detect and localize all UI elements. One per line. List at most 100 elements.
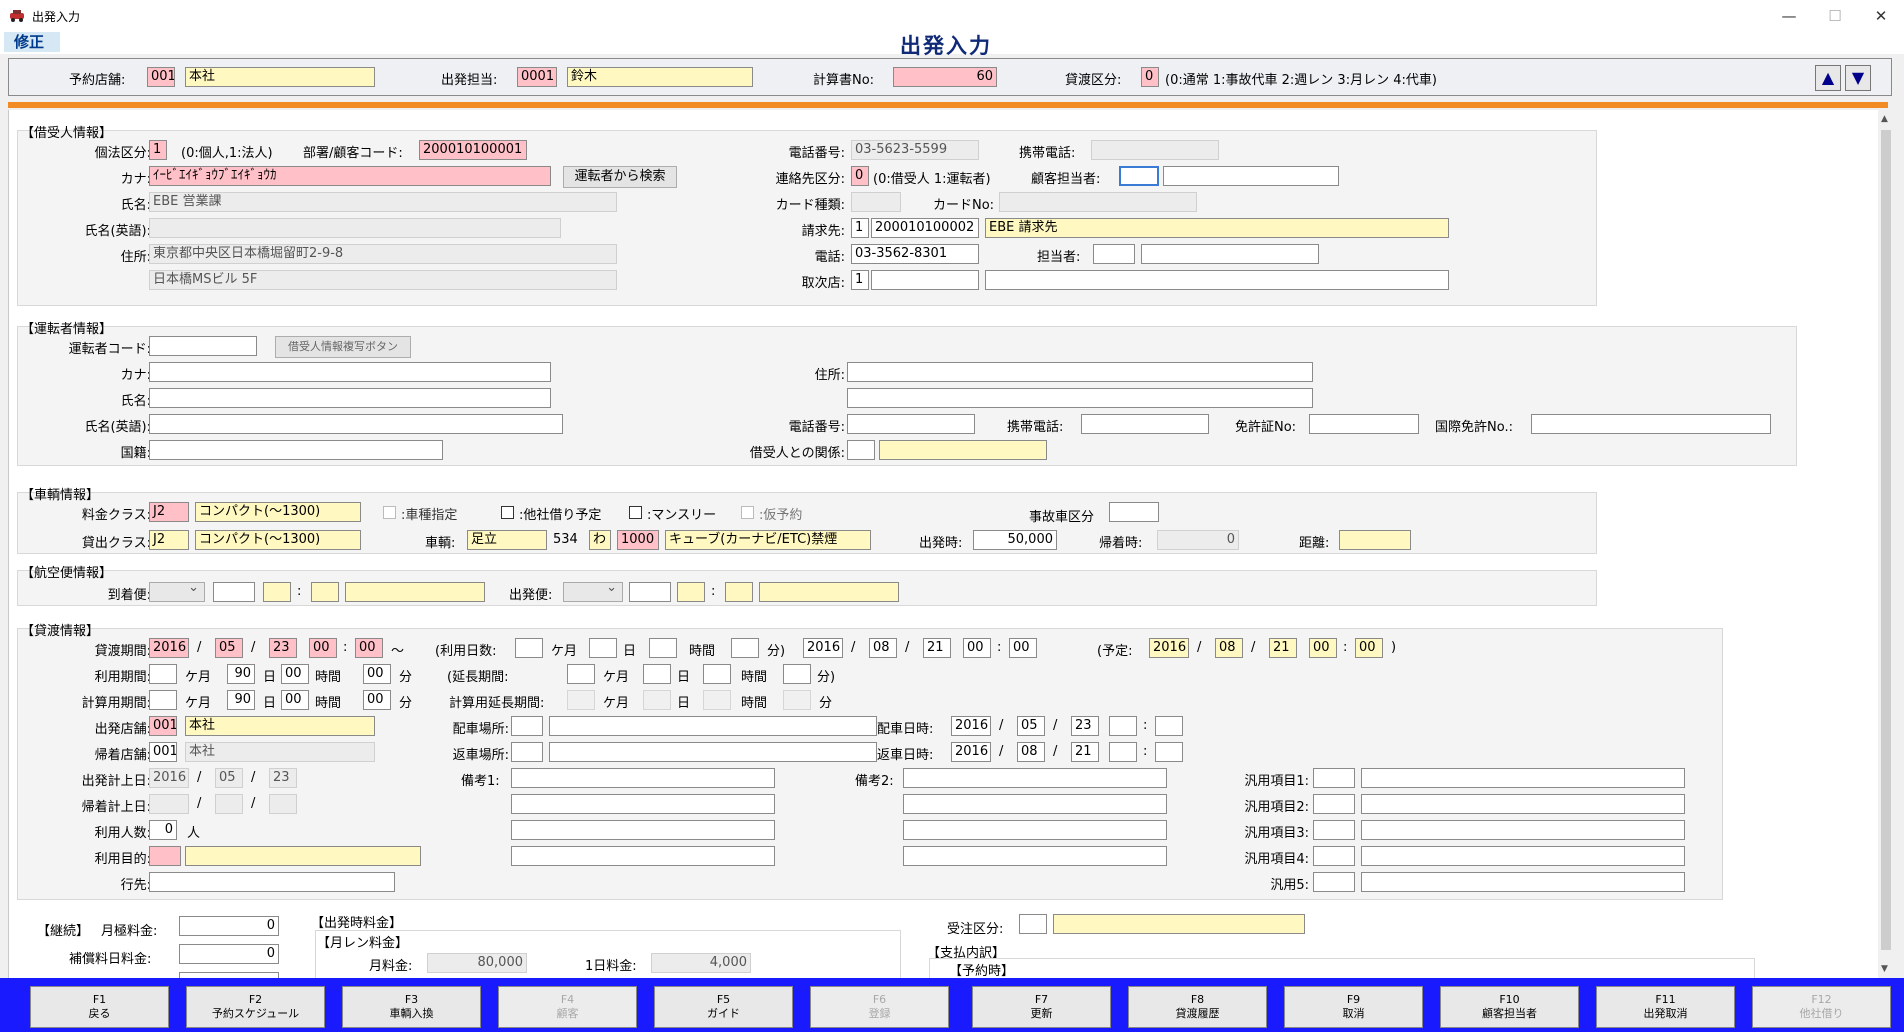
person-name-field[interactable]: [1141, 244, 1319, 264]
driver-code-field[interactable]: [149, 336, 257, 356]
depart-store-code-field[interactable]: 001: [149, 716, 177, 736]
copy-borrower-button[interactable]: 借受人情報複写ボタン: [275, 336, 411, 358]
store-name-field[interactable]: 本社: [185, 67, 375, 87]
plate-no-field[interactable]: 1000: [617, 530, 659, 550]
staff-name-field[interactable]: 鈴木: [567, 67, 753, 87]
plan-minute-field[interactable]: 00: [1355, 638, 1383, 658]
return-hour-field[interactable]: [1109, 742, 1137, 762]
calc-ext-month-field[interactable]: [567, 690, 595, 710]
return-calc-year-field[interactable]: [149, 794, 189, 814]
store-code-field[interactable]: 001: [147, 67, 175, 87]
arrival-min-field[interactable]: [311, 582, 339, 602]
cust-staff-code-field[interactable]: [1119, 166, 1159, 186]
agent-kind-field[interactable]: 1: [851, 270, 869, 290]
car-type-checkbox[interactable]: [383, 506, 396, 519]
arrival-hour-field[interactable]: [263, 582, 291, 602]
kind-field[interactable]: 1: [149, 140, 167, 160]
vertical-scrollbar[interactable]: ▲ ▼: [1878, 110, 1894, 978]
maximize-button[interactable]: ☐: [1812, 4, 1858, 28]
relation-name-field[interactable]: [879, 440, 1047, 460]
use-minute-field[interactable]: 00: [363, 664, 391, 684]
bill-code-field[interactable]: 200010100002: [871, 218, 979, 238]
fkey-f6-button[interactable]: F6 登録: [810, 986, 949, 1028]
comp-fee-field[interactable]: 0: [179, 944, 279, 964]
arrival-flight-no-field[interactable]: [213, 582, 255, 602]
down-arrow-icon[interactable]: ▼: [1845, 65, 1871, 91]
name-en-field[interactable]: [149, 218, 561, 238]
days-day-field[interactable]: [589, 638, 617, 658]
end-day-field[interactable]: 21: [923, 638, 951, 658]
dispatch-minute-field[interactable]: [1155, 716, 1183, 736]
bill-name-field[interactable]: EBE 請求先: [985, 218, 1449, 238]
departure-note-field[interactable]: [759, 582, 899, 602]
return-store-code-field[interactable]: 001: [149, 742, 177, 762]
distance-field[interactable]: [1339, 530, 1411, 550]
staff-code-field[interactable]: 0001: [517, 67, 557, 87]
address2-field[interactable]: 日本橋MSビル 5F: [149, 270, 617, 290]
generic3-name-field[interactable]: [1361, 820, 1685, 840]
days-daycount-field[interactable]: [649, 638, 677, 658]
fkey-f11-button[interactable]: F11 出発取消: [1596, 986, 1735, 1028]
fkey-f3-button[interactable]: F3 車輌入換: [342, 986, 481, 1028]
card-type-field[interactable]: [851, 192, 901, 212]
month-fee-field[interactable]: 0: [179, 916, 279, 936]
use-hour-field[interactable]: 00: [281, 664, 309, 684]
bill-kind-field[interactable]: 1: [851, 218, 869, 238]
ext-day-field[interactable]: [643, 664, 671, 684]
depart-calc-year-field[interactable]: 2016: [149, 768, 189, 788]
generic4-name-field[interactable]: [1361, 846, 1685, 866]
rate-class-code-field[interactable]: J2: [149, 502, 189, 522]
monthly-checkbox[interactable]: [629, 506, 642, 519]
person-code-field[interactable]: [1093, 244, 1135, 264]
fkey-f1-button[interactable]: F1 戻る: [30, 986, 169, 1028]
relation-code-field[interactable]: [847, 440, 875, 460]
order-kind-name-field[interactable]: [1053, 914, 1305, 934]
generic5-name-field[interactable]: [1361, 872, 1685, 892]
end-minute-field[interactable]: 00: [1009, 638, 1037, 658]
name-field[interactable]: EBE 営業課: [149, 192, 617, 212]
dept-code-field[interactable]: 200010100001: [419, 140, 527, 160]
generic4-code-field[interactable]: [1313, 846, 1355, 866]
return-place-code-field[interactable]: [511, 742, 543, 762]
fkey-f2-button[interactable]: F2 予約スケジュール: [186, 986, 325, 1028]
plan-month-field[interactable]: 08: [1215, 638, 1243, 658]
depart-calc-month-field[interactable]: 05: [215, 768, 243, 788]
contact-field[interactable]: 0: [851, 166, 869, 186]
departure-airline-select[interactable]: [563, 580, 623, 602]
return-store-name-field[interactable]: 本社: [185, 742, 375, 762]
ext-month-field[interactable]: [567, 664, 595, 684]
period-day-field[interactable]: 23: [269, 638, 297, 658]
note2-field-2[interactable]: [903, 794, 1167, 814]
intl-license-field[interactable]: [1531, 414, 1771, 434]
arrival-note-field[interactable]: [345, 582, 485, 602]
use-days-field[interactable]: 90: [227, 664, 255, 684]
generic2-name-field[interactable]: [1361, 794, 1685, 814]
depart-store-name-field[interactable]: 本社: [185, 716, 375, 736]
plan-hour-field[interactable]: 00: [1309, 638, 1337, 658]
dispatch-place-code-field[interactable]: [511, 716, 543, 736]
temp-reserve-checkbox[interactable]: [741, 506, 754, 519]
calc-month-field[interactable]: [149, 690, 177, 710]
return-place-name-field[interactable]: [549, 742, 877, 762]
end-month-field[interactable]: 08: [869, 638, 897, 658]
period-month-field[interactable]: 05: [215, 638, 243, 658]
calc-minute-field[interactable]: 00: [363, 690, 391, 710]
fkey-f9-button[interactable]: F9 取消: [1284, 986, 1423, 1028]
calc-no-field[interactable]: 60: [893, 67, 997, 87]
plate-area-field[interactable]: 足立: [467, 530, 547, 550]
lend-kind-field[interactable]: 0: [1141, 67, 1159, 87]
cust-staff-name-field[interactable]: [1163, 166, 1339, 186]
ext-minute-field[interactable]: [783, 664, 811, 684]
minimize-button[interactable]: —: [1766, 4, 1812, 28]
calc-ext-day-field[interactable]: [643, 690, 671, 710]
note2-field-3[interactable]: [903, 820, 1167, 840]
driver-address2-field[interactable]: [847, 388, 1313, 408]
purpose-code-field[interactable]: [149, 846, 181, 866]
end-year-field[interactable]: 2016: [803, 638, 843, 658]
use-month-field[interactable]: [149, 664, 177, 684]
close-button[interactable]: ✕: [1858, 4, 1904, 28]
days-hour-field[interactable]: [731, 638, 759, 658]
plan-year-field[interactable]: 2016: [1149, 638, 1189, 658]
address1-field[interactable]: 東京都中央区日本橋堀留町2-9-8: [149, 244, 617, 264]
driver-address1-field[interactable]: [847, 362, 1313, 382]
